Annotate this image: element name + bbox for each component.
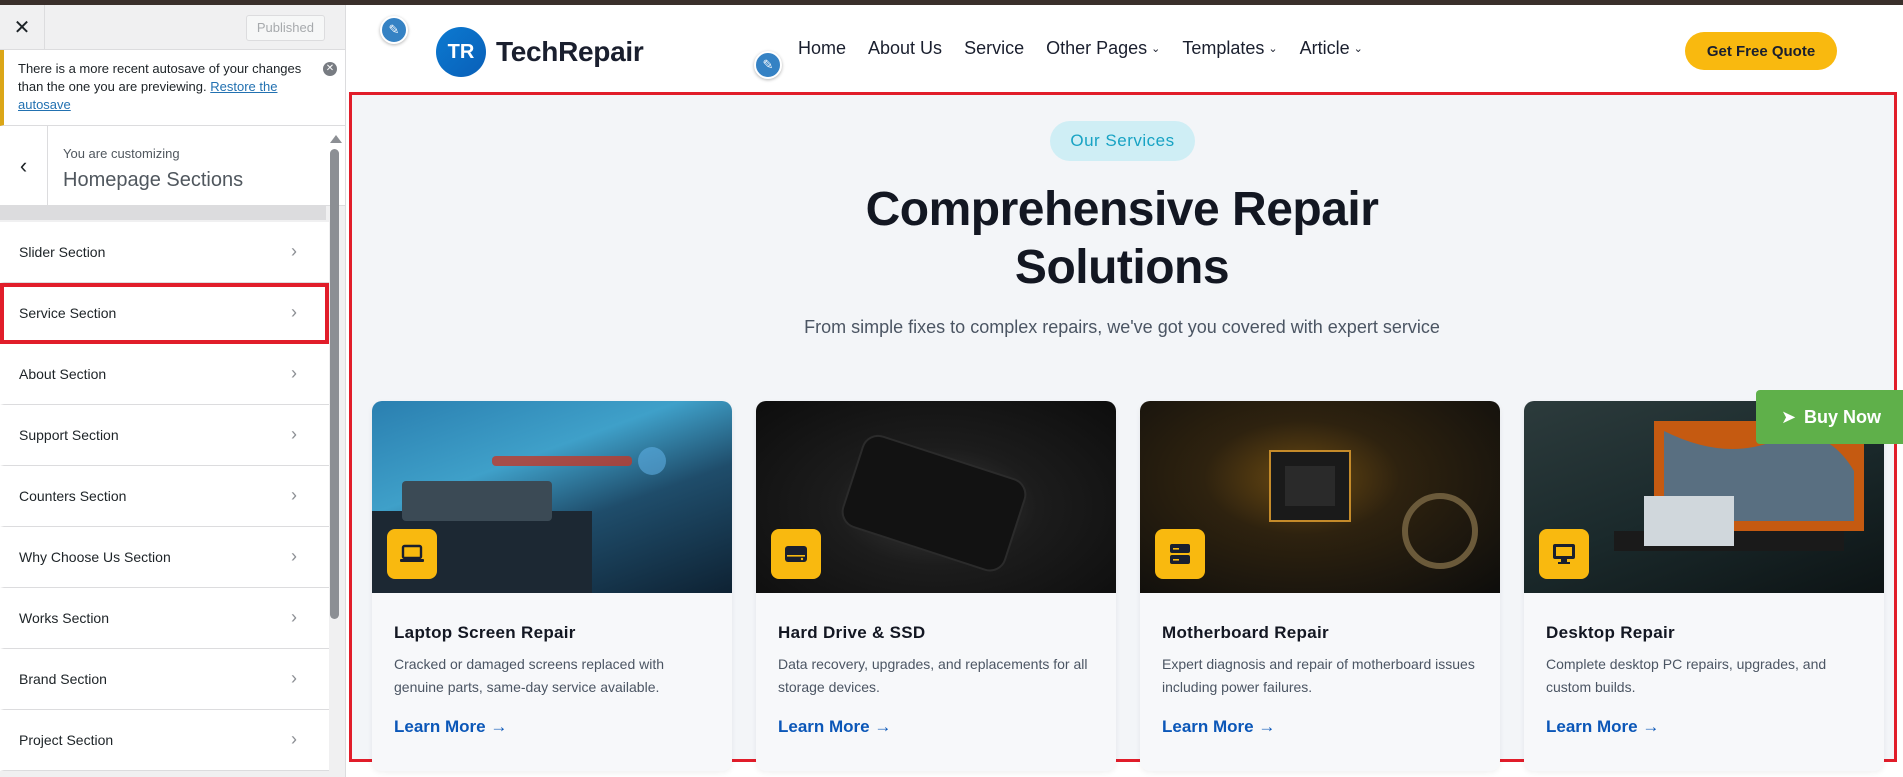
card-title: Desktop Repair	[1546, 623, 1675, 642]
learn-more-link[interactable]: Learn More →	[778, 717, 1094, 737]
customizer-header: ✕ Published	[0, 5, 345, 50]
chevron-right-icon: ›	[291, 363, 297, 383]
site-logo[interactable]: TR TechRepair	[436, 27, 644, 77]
nav-label: Templates	[1182, 38, 1265, 58]
section-divider	[0, 206, 326, 220]
sidebar-item-label: Why Choose Us Section	[19, 549, 171, 565]
back-chevron-icon[interactable]: ‹	[0, 126, 48, 206]
chevron-right-icon: ›	[291, 729, 297, 749]
sidebar-item-brand[interactable]: Brand Section ›	[0, 649, 329, 710]
chevron-right-icon: ›	[291, 241, 297, 261]
nav-other-pages[interactable]: Other Pages ⌄	[1046, 38, 1160, 59]
nav-label: Service	[964, 38, 1025, 58]
sidebar-item-works[interactable]: Works Section ›	[0, 588, 329, 649]
sidebar-item-service[interactable]: Service Section ›	[0, 283, 329, 344]
site-preview: ✎ ✎ TR TechRepair Home About Us Service …	[346, 5, 1903, 777]
card-title: Laptop Screen Repair	[394, 623, 576, 642]
nav-about-us[interactable]: About Us	[868, 38, 942, 59]
section-badge: Our Services	[1050, 121, 1195, 161]
sidebar-item-slider[interactable]: Slider Section ›	[0, 222, 329, 283]
chevron-right-icon: ›	[291, 668, 297, 688]
service-card: Desktop Repair Complete desktop PC repai…	[1524, 401, 1884, 771]
service-section[interactable]: Our Services Comprehensive Repair Soluti…	[349, 92, 1897, 771]
chevron-down-icon: ⌄	[1151, 43, 1161, 55]
sidebar-item-support[interactable]: Support Section ›	[0, 405, 329, 466]
customizer-sidebar: ✕ Published There is a more recent autos…	[0, 5, 346, 777]
nav-article[interactable]: Article ⌄	[1300, 38, 1363, 59]
monitor-icon	[1539, 529, 1589, 579]
section-header: ‹ You are customizing Homepage Sections	[0, 126, 345, 206]
nav-home[interactable]: Home	[798, 38, 846, 59]
section-list: Slider Section › Service Section › About S…	[0, 222, 329, 771]
sidebar-item-label: Counters Section	[19, 488, 127, 504]
logo-mark: TR	[436, 27, 486, 77]
card-description: Cracked or damaged screens replaced with…	[394, 656, 665, 695]
customizing-label: You are customizing	[63, 146, 180, 161]
card-description: Data recovery, upgrades, and replacement…	[778, 656, 1088, 695]
motherboard-image	[1140, 401, 1500, 593]
get-free-quote-button[interactable]: Get Free Quote	[1685, 32, 1837, 70]
sidebar-item-label: Service Section	[19, 305, 117, 321]
hard-drive-icon	[771, 529, 821, 579]
server-icon	[1155, 529, 1205, 579]
nav-label: Article	[1299, 38, 1350, 58]
nav-templates[interactable]: Templates ⌄	[1182, 38, 1277, 59]
card-title: Motherboard Repair	[1162, 623, 1329, 642]
main-nav: Home About Us Service Other Pages ⌄ Templ…	[798, 38, 1363, 59]
section-title: Homepage Sections	[63, 169, 244, 191]
ssd-image	[756, 401, 1116, 593]
card-description: Complete desktop PC repairs, upgrades, a…	[1546, 656, 1827, 695]
service-card: Motherboard Repair Expert diagnosis and …	[1140, 401, 1500, 771]
learn-more-link[interactable]: Learn More →	[394, 717, 710, 737]
sidebar-item-label: Support Section	[19, 427, 119, 443]
laptop-icon	[387, 529, 437, 579]
sidebar-item-label: Slider Section	[19, 244, 106, 260]
chevron-right-icon: ›	[291, 485, 297, 505]
scrollbar-thumb[interactable]	[330, 149, 339, 619]
chevron-right-icon: ›	[291, 546, 297, 566]
service-card: Hard Drive & SSD Data recovery, upgrades…	[756, 401, 1116, 771]
buy-now-button[interactable]: ➤ Buy Now	[1756, 390, 1903, 444]
chevron-right-icon: ›	[291, 424, 297, 444]
learn-more-link[interactable]: Learn More →	[1546, 717, 1862, 737]
card-title: Hard Drive & SSD	[778, 623, 926, 642]
section-heading: Comprehensive Repair Solutions	[865, 183, 1379, 294]
chevron-down-icon: ⌄	[1268, 43, 1278, 55]
service-card: Laptop Screen Repair Cracked or damaged …	[372, 401, 732, 771]
sidebar-scrollbar[interactable]	[330, 135, 342, 775]
nav-service[interactable]: Service	[964, 38, 1024, 59]
sidebar-item-project[interactable]: Project Section ›	[0, 710, 329, 771]
sidebar-item-label: Works Section	[19, 610, 109, 626]
dismiss-notice-icon[interactable]: ✕	[323, 62, 337, 76]
sidebar-item-counters[interactable]: Counters Section ›	[0, 466, 329, 527]
sidebar-item-label: Project Section	[19, 732, 114, 748]
section-subtitle: From simple fixes to complex repairs, we…	[804, 317, 1440, 337]
logo-text: TechRepair	[496, 36, 644, 67]
close-icon[interactable]: ✕	[0, 5, 45, 50]
sidebar-item-why-choose-us[interactable]: Why Choose Us Section ›	[0, 527, 329, 588]
published-button: Published	[245, 15, 325, 41]
autosave-notice: There is a more recent autosave of your …	[0, 50, 345, 126]
sidebar-item-label: About Section	[19, 366, 107, 382]
sidebar-item-label: Brand Section	[19, 671, 107, 687]
learn-more-link[interactable]: Learn More →	[1162, 717, 1478, 737]
scroll-up-icon[interactable]	[330, 135, 342, 143]
buy-now-label: Buy Now	[1804, 406, 1882, 427]
send-icon: ➤	[1780, 406, 1797, 427]
nav-label: About Us	[868, 38, 943, 58]
chevron-down-icon: ⌄	[1353, 43, 1363, 55]
service-cards: Laptop Screen Repair Cracked or damaged …	[372, 401, 1884, 771]
edit-logo-pencil-icon[interactable]: ✎	[380, 16, 408, 44]
edit-menu-pencil-icon[interactable]: ✎	[754, 51, 782, 79]
chevron-right-icon: ›	[291, 607, 297, 627]
sidebar-item-about[interactable]: About Section ›	[0, 344, 329, 405]
card-description: Expert diagnosis and repair of motherboa…	[1162, 656, 1475, 695]
chevron-right-icon: ›	[291, 302, 297, 322]
nav-label: Home	[798, 38, 847, 58]
laptop-repair-image	[372, 401, 732, 593]
nav-label: Other Pages	[1046, 38, 1148, 58]
